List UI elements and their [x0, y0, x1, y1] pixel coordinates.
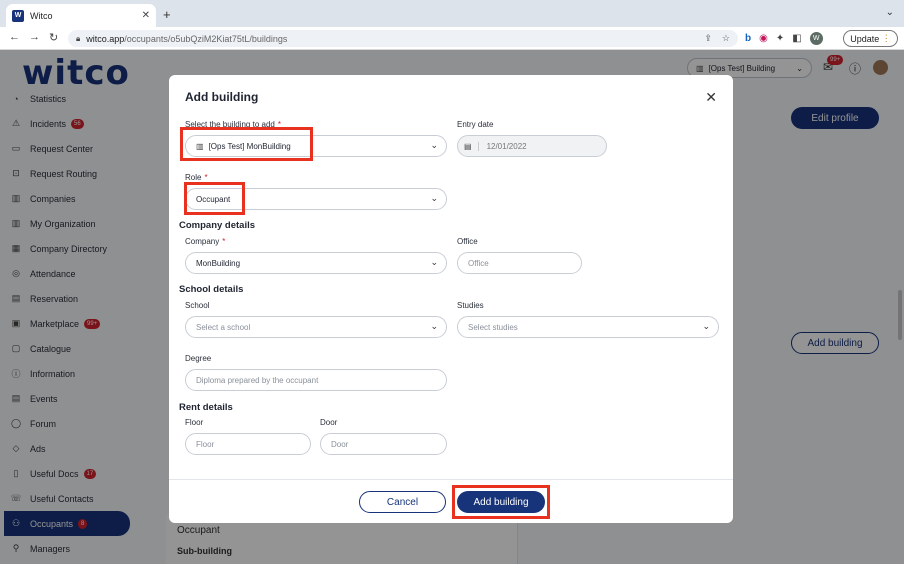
update-button[interactable]: Update ⋮ — [843, 30, 898, 47]
company-field-label: Company * — [185, 237, 225, 246]
bookmark-star-icon[interactable]: ☆ — [722, 33, 730, 44]
new-tab-icon[interactable]: + — [163, 7, 171, 22]
role-field-label: Role * — [185, 173, 208, 182]
degree-input[interactable]: Diploma prepared by the occupant — [185, 369, 447, 391]
floor-input[interactable]: Floor — [185, 433, 311, 455]
browser-toolbar: ← → ↻ 🔒︎ witco.app/occupants/o5ubQziM2Ki… — [0, 27, 904, 50]
extensions-puzzle-icon[interactable]: ✦ — [776, 33, 784, 44]
chevron-down-icon: ⌄ — [430, 140, 438, 150]
highlight-box-submit — [452, 485, 550, 519]
witco-favicon-icon: W — [12, 9, 24, 22]
update-label: Update — [850, 33, 880, 44]
chevron-down-icon: ⌄ — [430, 257, 438, 267]
door-input[interactable]: Door — [320, 433, 447, 455]
required-mark: * — [204, 173, 208, 182]
entry-date-field: ▤ 12/01/2022 — [457, 135, 607, 157]
chevron-down-icon: ⌄ — [702, 321, 710, 331]
entry-date-value: 12/01/2022 — [486, 141, 527, 151]
door-label: Door — [320, 418, 338, 427]
degree-label: Degree — [185, 354, 212, 363]
lock-icon: 🔒︎ — [76, 33, 81, 43]
chevron-down-icon: ⌄ — [430, 321, 438, 331]
browser-tab-strip: W Witco ✕ + ⌄ — [0, 0, 904, 27]
url-domain: witco.app — [86, 33, 125, 44]
school-select-placeholder: Select a school — [196, 322, 251, 332]
required-mark: * — [222, 237, 226, 246]
rent-details-heading: Rent details — [179, 402, 233, 413]
back-arrow-icon[interactable]: ← — [9, 31, 20, 43]
cancel-button[interactable]: Cancel — [359, 491, 446, 513]
calendar-icon: ▤ — [464, 141, 479, 151]
modal-title: Add building — [185, 90, 259, 104]
role-label-text: Role — [185, 173, 202, 182]
tab-search-chevron-icon[interactable]: ⌄ — [886, 7, 894, 18]
address-bar[interactable]: 🔒︎ witco.app/occupants/o5ubQziM2Kiat75tL… — [68, 30, 738, 47]
company-select-value: MonBuilding — [196, 258, 241, 268]
share-icon[interactable]: ⇪ — [704, 33, 712, 44]
menu-kebab-icon: ⋮ — [881, 33, 891, 43]
extension-b-icon[interactable]: b — [745, 33, 751, 44]
add-building-modal: Add building ✕ Select the building to ad… — [169, 75, 733, 523]
forward-arrow-icon[interactable]: → — [29, 31, 40, 43]
reload-icon[interactable]: ↻ — [49, 31, 58, 44]
school-select[interactable]: Select a school ⌄ — [185, 316, 447, 338]
studies-select-placeholder: Select studies — [468, 322, 518, 332]
modal-footer-divider — [169, 479, 733, 480]
company-select[interactable]: MonBuilding ⌄ — [185, 252, 447, 274]
entry-date-label: Entry date — [457, 120, 494, 129]
url-path: /occupants/o5ubQziM2Kiat75tL/buildings — [124, 33, 288, 44]
close-tab-icon[interactable]: ✕ — [142, 10, 150, 21]
chevron-down-icon: ⌄ — [430, 193, 438, 203]
school-details-heading: School details — [179, 284, 244, 295]
highlight-box-role — [184, 182, 245, 215]
browser-tab[interactable]: W Witco ✕ — [6, 4, 156, 27]
profile-avatar[interactable]: W — [809, 32, 823, 45]
floor-label: Floor — [185, 418, 204, 427]
side-panel-icon[interactable]: ◧ — [792, 33, 801, 44]
tab-title: Witco — [30, 10, 53, 21]
close-icon[interactable]: ✕ — [705, 89, 717, 106]
office-input[interactable]: Office — [457, 252, 582, 274]
school-label: School — [185, 301, 210, 310]
office-label: Office — [457, 237, 478, 246]
company-details-heading: Company details — [179, 220, 256, 231]
extension-color-icon[interactable]: ◉ — [759, 33, 768, 44]
studies-select[interactable]: Select studies ⌄ — [457, 316, 719, 338]
studies-label: Studies — [457, 301, 484, 310]
highlight-box-building — [180, 127, 313, 161]
url-text: witco.app/occupants/o5ubQziM2Kiat75tL/bu… — [86, 34, 704, 44]
company-label-text: Company — [185, 237, 220, 246]
